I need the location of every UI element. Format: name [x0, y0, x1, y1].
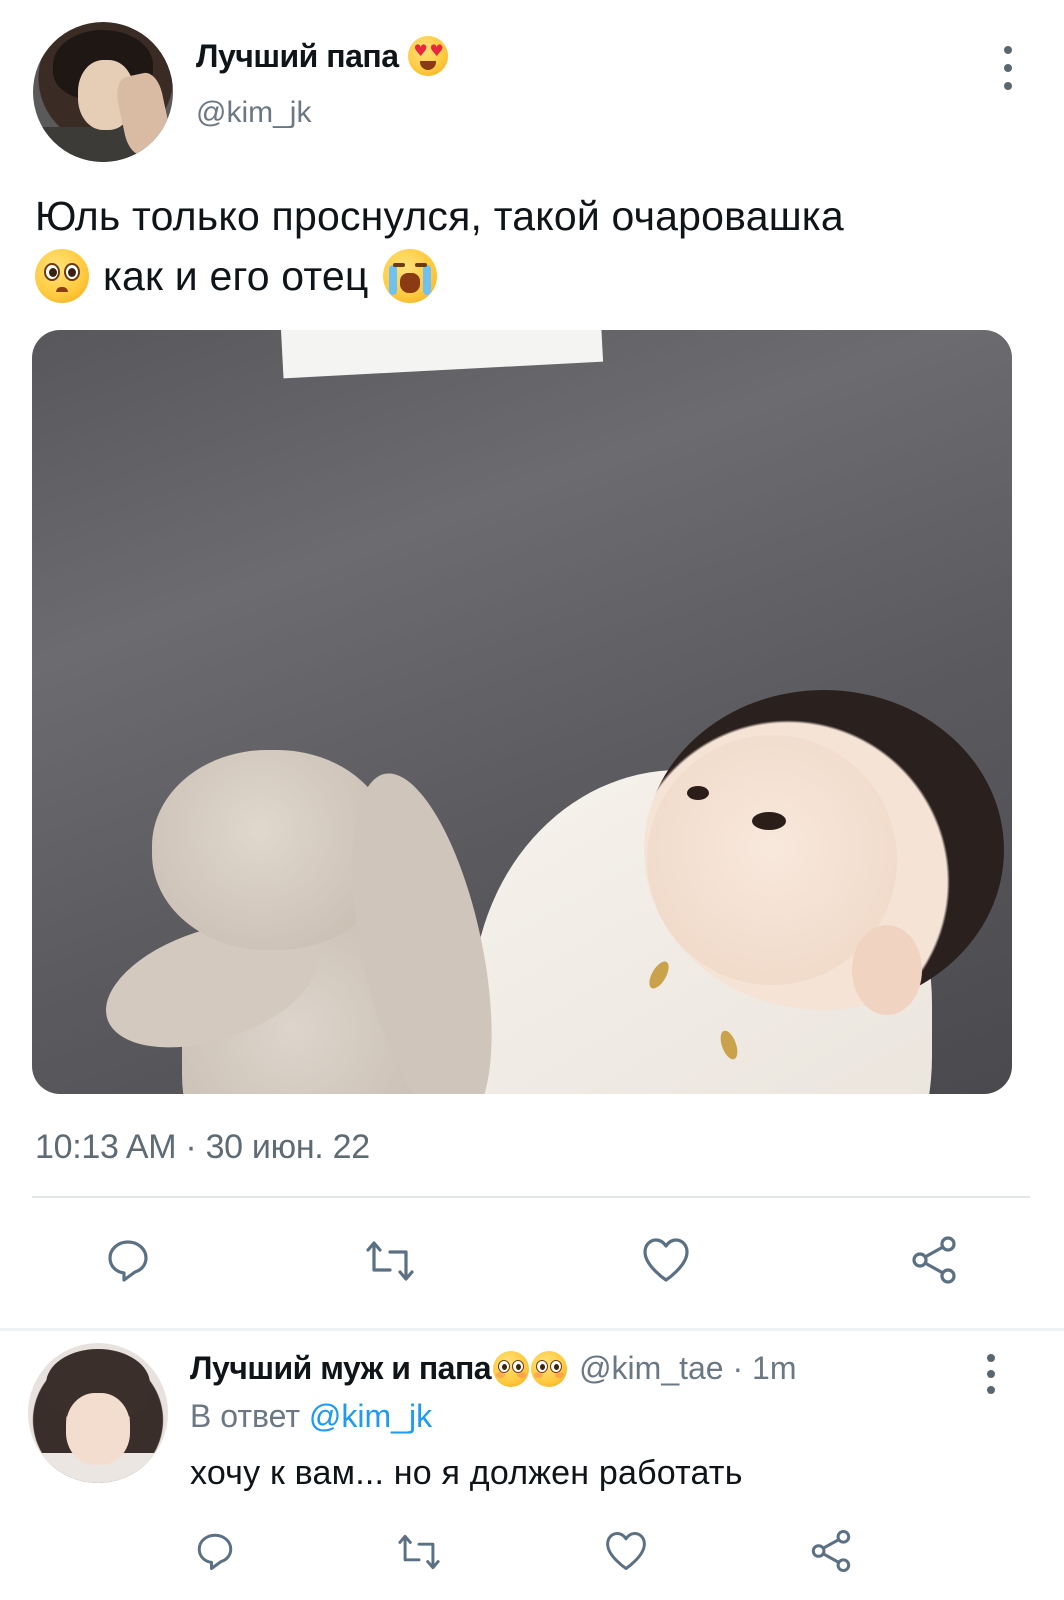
- photo-box: [280, 330, 604, 379]
- more-dot: [1004, 46, 1012, 54]
- replying-to-prefix: В ответ: [190, 1398, 301, 1434]
- retweet-icon[interactable]: [396, 1532, 442, 1572]
- avatar-face: [66, 1393, 130, 1465]
- pleading-face-emoji-icon: [35, 249, 89, 303]
- replying-to-handle-link[interactable]: @kim_jk: [309, 1398, 432, 1434]
- author-avatar[interactable]: [33, 22, 173, 162]
- photo-baby-eye: [687, 786, 709, 800]
- tweet-timestamp[interactable]: 10:13 AM · 30 июн. 22: [35, 1128, 370, 1167]
- photo-baby-ear: [852, 925, 922, 1015]
- author-handle[interactable]: @kim_jk: [196, 96, 311, 130]
- reply-icon[interactable]: [104, 1236, 152, 1284]
- more-dot: [1004, 64, 1012, 72]
- more-dot: [1004, 82, 1012, 90]
- tweet-text-line1-content: Юль только проснулся, такой очаровашка: [35, 193, 844, 239]
- more-vertical-icon[interactable]: [980, 1354, 1002, 1394]
- photo-baby-eye: [752, 812, 786, 830]
- flushed-face-emoji-icon: [531, 1350, 568, 1387]
- reply-author-avatar[interactable]: [28, 1343, 168, 1483]
- like-icon[interactable]: [604, 1530, 648, 1572]
- retweet-icon[interactable]: [364, 1238, 416, 1284]
- section-separator: [0, 1328, 1064, 1331]
- tweet-photo[interactable]: [32, 330, 1012, 1094]
- reply-header: Лучший муж и папа @kim_tae · 1m: [190, 1350, 796, 1387]
- heart-eyes-emoji-icon: ♥ ♥: [408, 36, 449, 76]
- divider: [32, 1196, 1030, 1198]
- more-dot: [987, 1370, 995, 1378]
- reply-actions: [0, 1524, 1064, 1584]
- like-icon[interactable]: [641, 1236, 691, 1284]
- tweet-actions: [0, 1228, 1064, 1298]
- reply-handle-time[interactable]: @kim_tae · 1m: [579, 1350, 796, 1387]
- loudly-crying-face-emoji-icon: [382, 249, 437, 303]
- tweet-text-line2-content: как и его отец: [103, 253, 369, 299]
- reply-author-name[interactable]: Лучший муж и папа: [190, 1350, 492, 1387]
- more-dot: [987, 1386, 995, 1394]
- reply-text: хочу к вам... но я должен работать: [190, 1454, 743, 1492]
- tweet-text-line1: Юль только проснулся, такой очаровашка: [35, 186, 1025, 246]
- more-vertical-icon[interactable]: [996, 46, 1020, 90]
- author-name-row[interactable]: Лучший папа ♥ ♥: [196, 36, 449, 76]
- share-icon[interactable]: [908, 1234, 960, 1286]
- more-dot: [987, 1354, 995, 1362]
- share-icon[interactable]: [808, 1528, 854, 1574]
- tweet-text: Юль только проснулся, такой очаровашка к…: [35, 186, 1025, 306]
- reply-icon[interactable]: [194, 1530, 236, 1572]
- tweet-text-line2: как и его отец: [35, 246, 1025, 306]
- flushed-face-emoji-icon: [493, 1350, 530, 1387]
- author-display-name[interactable]: Лучший папа: [196, 38, 399, 75]
- replying-to: В ответ @kim_jk: [190, 1398, 432, 1435]
